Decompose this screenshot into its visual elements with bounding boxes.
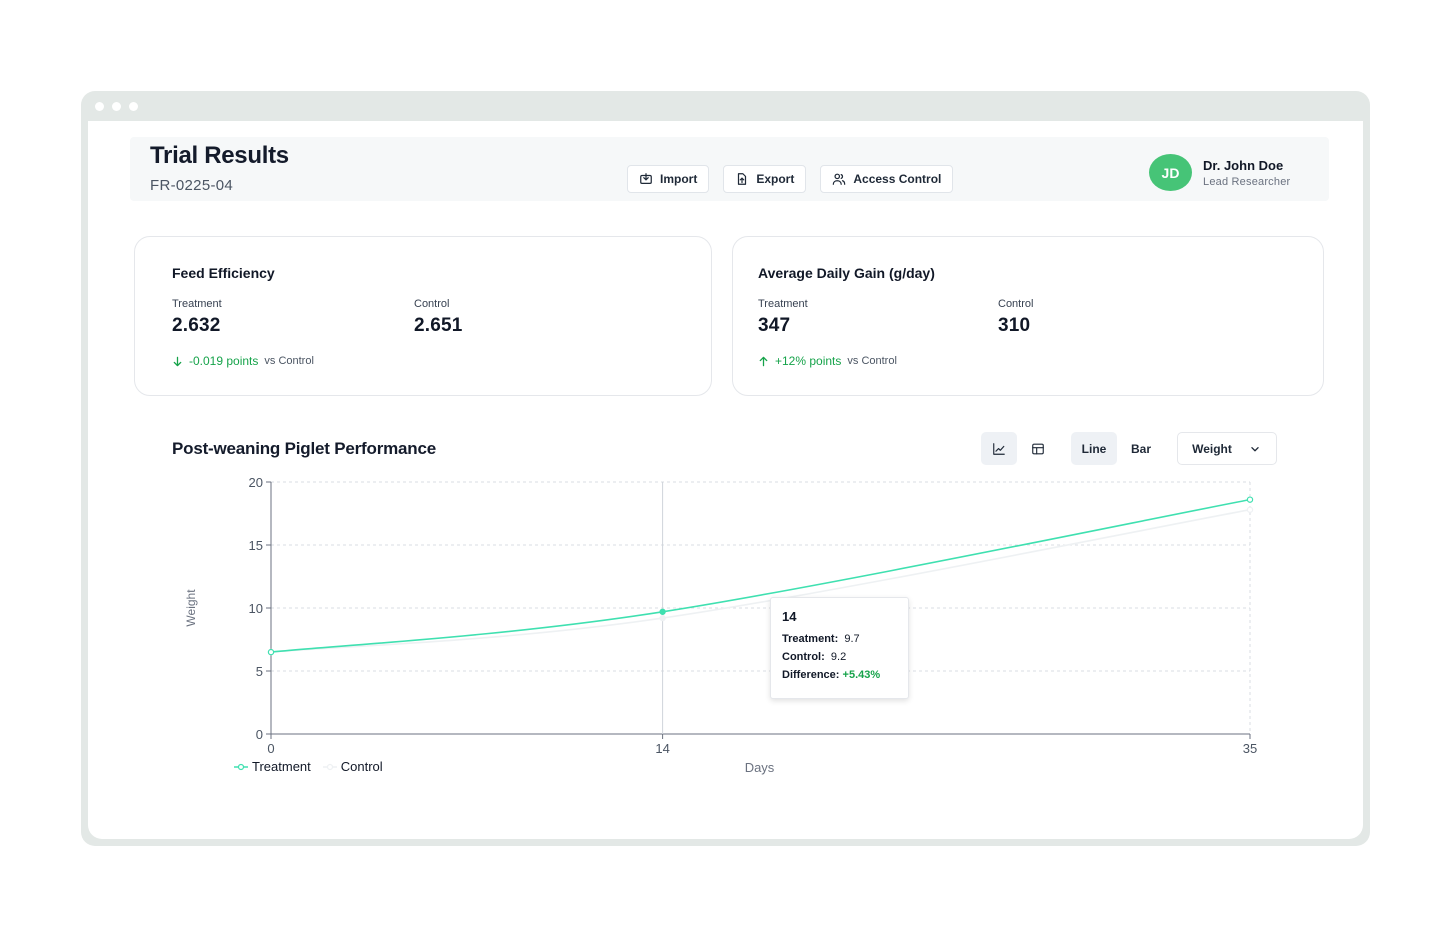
x-tick-label: 14 bbox=[655, 741, 669, 756]
tooltip-title: 14 bbox=[782, 609, 797, 624]
legend-treatment-marker bbox=[234, 763, 248, 770]
y-tick-label: 10 bbox=[249, 601, 263, 616]
legend-item-treatment[interactable]: Treatment bbox=[234, 759, 311, 774]
tooltip-difference-label: Difference: bbox=[782, 669, 840, 681]
data-point-treatment bbox=[659, 608, 666, 615]
y-axis-label: Weight bbox=[184, 589, 198, 627]
data-point-treatment bbox=[1246, 496, 1254, 503]
window-dot-minimize[interactable] bbox=[112, 102, 121, 111]
series-line-treatment bbox=[270, 498, 1251, 653]
x-axis-label: Days bbox=[745, 760, 775, 775]
legend-label: Control bbox=[340, 759, 383, 774]
legend-label: Treatment bbox=[252, 759, 311, 774]
legend-item-control[interactable]: Control bbox=[322, 759, 383, 774]
series-line-control bbox=[270, 508, 1251, 653]
tooltip-control: Control: 9.2 bbox=[782, 651, 897, 663]
tooltip-difference-value: +5.43% bbox=[842, 669, 881, 681]
tooltip-control-label: Control: bbox=[782, 651, 825, 663]
legend-control-marker bbox=[322, 763, 337, 770]
y-tick-label: 15 bbox=[249, 538, 263, 553]
app-window: Trial Results FR-0225-04 Import Export A… bbox=[81, 91, 1370, 846]
y-tick-label: 0 bbox=[256, 727, 263, 742]
tooltip-treatment-value: 9.7 bbox=[844, 633, 860, 645]
app-content: Trial Results FR-0225-04 Import Export A… bbox=[88, 121, 1363, 839]
y-tick-label: 20 bbox=[249, 475, 263, 490]
tooltip-difference: Difference: +5.43% bbox=[782, 669, 897, 681]
chart-legend: Treatment Control bbox=[234, 759, 395, 774]
window-dot-maximize[interactable] bbox=[129, 102, 138, 111]
y-tick-label: 5 bbox=[256, 664, 263, 679]
performance-line-chart: 0 5 10 15 20 0 14 35 Days Weight bbox=[184, 475, 1257, 775]
chart-tooltip: 14 Treatment: 9.7 Control: 9.2 Differenc… bbox=[770, 597, 909, 699]
window-dot-close[interactable] bbox=[95, 102, 104, 111]
tooltip-treatment: Treatment: 9.7 bbox=[782, 633, 897, 645]
window-controls bbox=[95, 102, 138, 111]
tooltip-control-value: 9.2 bbox=[830, 651, 847, 663]
tooltip-treatment-label: Treatment: bbox=[782, 633, 839, 645]
data-point-control bbox=[659, 614, 666, 622]
data-point-control bbox=[1246, 506, 1254, 513]
x-tick-label: 35 bbox=[1243, 741, 1257, 756]
x-tick-label: 0 bbox=[267, 741, 274, 756]
data-point-treatment bbox=[267, 648, 275, 656]
